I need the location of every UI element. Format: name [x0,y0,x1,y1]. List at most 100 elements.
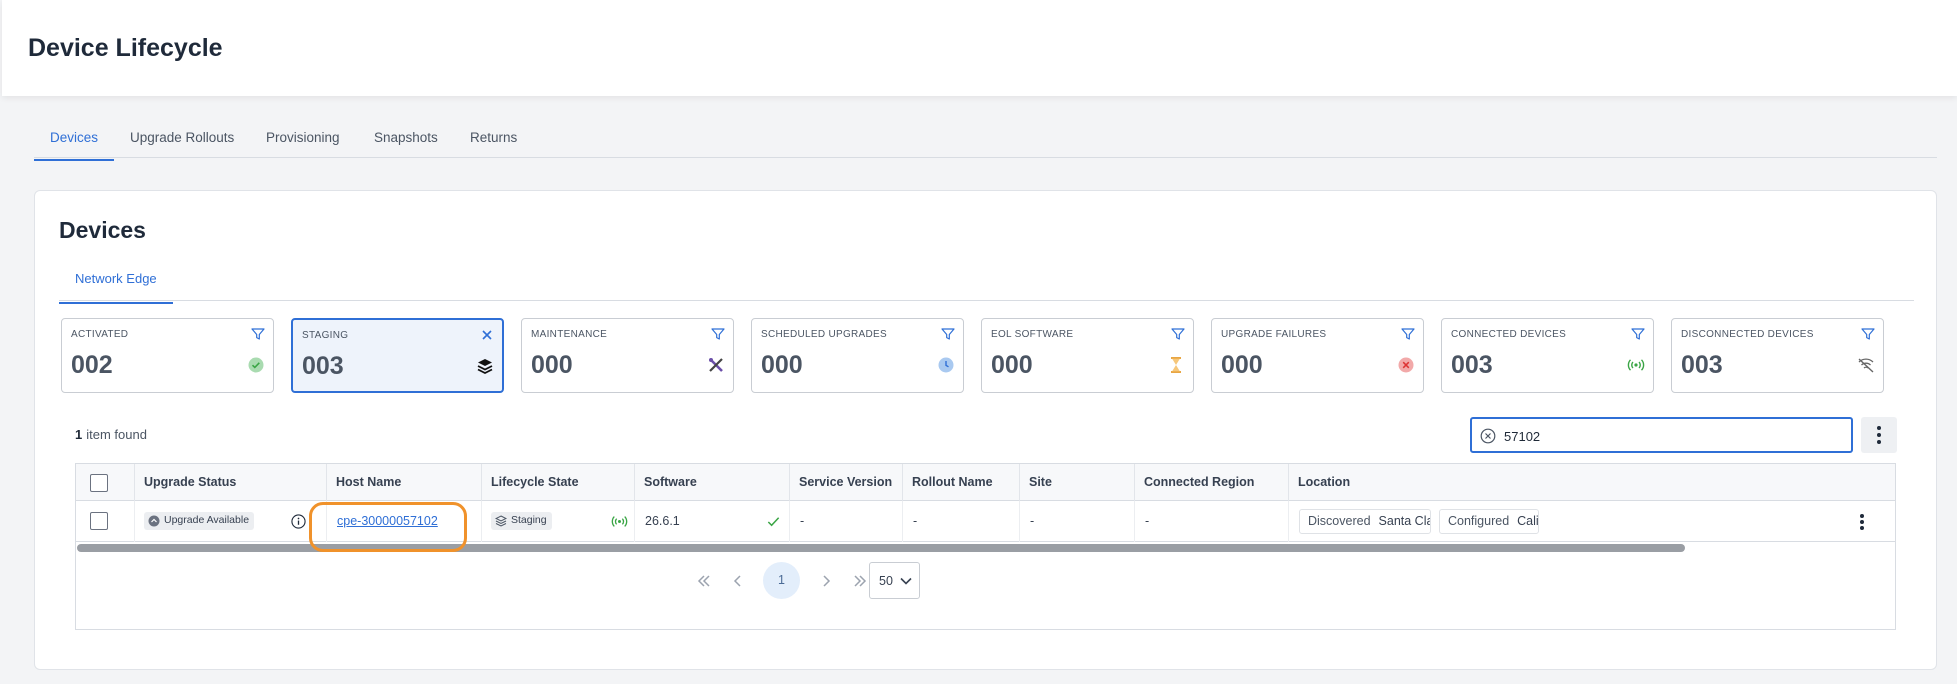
lifecycle-state-text: Staging [511,514,547,526]
column-header-host-name[interactable]: Host Name [327,464,482,501]
items-found: 1 item found [75,427,147,442]
column-header-rollout-name[interactable]: Rollout Name [903,464,1020,501]
next-page-icon[interactable] [815,570,837,592]
sub-tabs: Network Edge [59,269,1914,304]
signal-icon [611,516,628,527]
stat-label: MAINTENANCE [531,329,608,340]
filter-icon[interactable] [1171,327,1185,341]
stat-staging[interactable]: STAGING 003 [291,318,504,393]
select-all-cell [76,464,135,501]
column-header-lifecycle-state[interactable]: Lifecycle State [482,464,635,501]
stat-eol-software[interactable]: EOL SOFTWARE 000 [981,318,1194,393]
lifecycle-state-cell: Staging [482,501,635,542]
stat-upgrade-failures[interactable]: UPGRADE FAILURES 000 [1211,318,1424,393]
column-header-service-version[interactable]: Service Version [790,464,903,501]
table-options-button[interactable] [1861,417,1897,453]
filter-icon[interactable] [251,327,265,341]
no-signal-icon [1858,358,1874,373]
stat-disconnected-devices[interactable]: DISCONNECTED DEVICES 003 [1671,318,1884,393]
column-header-software[interactable]: Software [635,464,790,501]
location-discovered-tag: Discovered Santa Clara [1299,509,1431,534]
stat-value: 000 [761,351,803,379]
software-cell: 26.6.1 [635,501,790,542]
rollout-name-cell: - [903,501,1020,542]
tab-network-edge[interactable]: Network Edge [59,271,173,304]
upgrade-arrow-icon [148,515,160,527]
pagination: 1 50 [76,558,1895,606]
upgrade-status-text: Upgrade Available [164,514,250,526]
stat-value: 000 [1221,351,1263,379]
row-select-cell [76,501,135,542]
column-header-location[interactable]: Location [1289,464,1895,501]
connected-region: - [1145,514,1150,528]
checkmark-icon [767,517,780,527]
stat-label: EOL SOFTWARE [991,329,1074,340]
first-page-icon[interactable] [693,570,715,592]
stat-value: 003 [1451,351,1493,379]
column-header-site[interactable]: Site [1020,464,1135,501]
column-header-connected-region[interactable]: Connected Region [1135,464,1289,501]
lifecycle-state-badge: Staging [491,512,552,530]
devices-card: Devices Network Edge ACTIVATED 002 STAGI… [34,190,1937,670]
error-circle-icon [1398,357,1414,373]
site-cell: - [1020,501,1135,542]
upgrade-status-cell: Upgrade Available [135,501,327,542]
stat-label: CONNECTED DEVICES [1451,329,1567,340]
upgrade-status-badge: Upgrade Available [144,512,255,530]
page-size-select[interactable]: 50 [869,562,920,599]
location-discovered-key: Discovered [1308,514,1371,528]
last-page-icon[interactable] [849,570,871,592]
main-tabs: Devices Upgrade Rollouts Provisioning Sn… [33,128,1937,161]
filter-icon[interactable] [711,327,725,341]
filter-icon[interactable] [941,327,955,341]
stat-label: DISCONNECTED DEVICES [1681,329,1814,340]
info-icon[interactable] [291,514,306,529]
page-title: Device Lifecycle [28,34,223,62]
connected-region-cell: - [1135,501,1289,542]
tab-returns[interactable]: Returns [470,130,517,160]
row-actions-icon[interactable] [1853,512,1871,532]
stat-label: ACTIVATED [71,329,129,340]
stat-connected-devices[interactable]: CONNECTED DEVICES 003 [1441,318,1654,393]
stat-value: 003 [302,352,344,380]
row-checkbox[interactable] [90,512,108,530]
card-title: Devices [59,217,146,243]
stat-label: STAGING [302,330,349,341]
kebab-menu-icon [1877,426,1881,444]
hourglass-icon [1171,357,1181,373]
table-header: Upgrade Status Host Name Lifecycle State… [76,464,1895,501]
stat-scheduled-upgrades[interactable]: SCHEDULED UPGRADES 000 [751,318,964,393]
search-box[interactable] [1470,417,1853,453]
stat-value: 000 [531,351,573,379]
items-found-label: item found [86,427,147,442]
previous-page-icon[interactable] [727,570,749,592]
page-size-value: 50 [879,574,893,588]
location-configured-tag: Configured Califor [1439,509,1539,534]
top-bar: Device Lifecycle [2,0,1957,96]
filter-icon[interactable] [1401,327,1415,341]
select-all-checkbox[interactable] [90,474,108,492]
stat-value: 003 [1681,351,1723,379]
stat-maintenance[interactable]: MAINTENANCE 000 [521,318,734,393]
clock-icon [938,357,954,373]
filter-icon[interactable] [1631,327,1645,341]
tab-provisioning[interactable]: Provisioning [266,130,340,160]
layers-icon [477,359,493,375]
search-input[interactable] [1504,425,1844,447]
check-circle-icon [248,357,264,373]
tab-devices[interactable]: Devices [33,130,115,161]
close-icon[interactable] [480,328,494,342]
rollout-name: - [913,514,918,528]
page-number-button[interactable]: 1 [763,562,800,599]
location-configured-value: Califor [1517,514,1539,528]
layers-icon [495,515,507,527]
tab-upgrade-rollouts[interactable]: Upgrade Rollouts [130,130,234,160]
column-header-upgrade-status[interactable]: Upgrade Status [135,464,327,501]
filter-icon[interactable] [1861,327,1875,341]
clear-search-icon[interactable] [1480,428,1496,444]
stat-activated[interactable]: ACTIVATED 002 [61,318,274,393]
location-cell: Discovered Santa Clara Configured Califor [1289,501,1895,542]
location-configured-key: Configured [1448,514,1510,528]
tools-icon [709,358,723,372]
tab-snapshots[interactable]: Snapshots [374,130,438,160]
